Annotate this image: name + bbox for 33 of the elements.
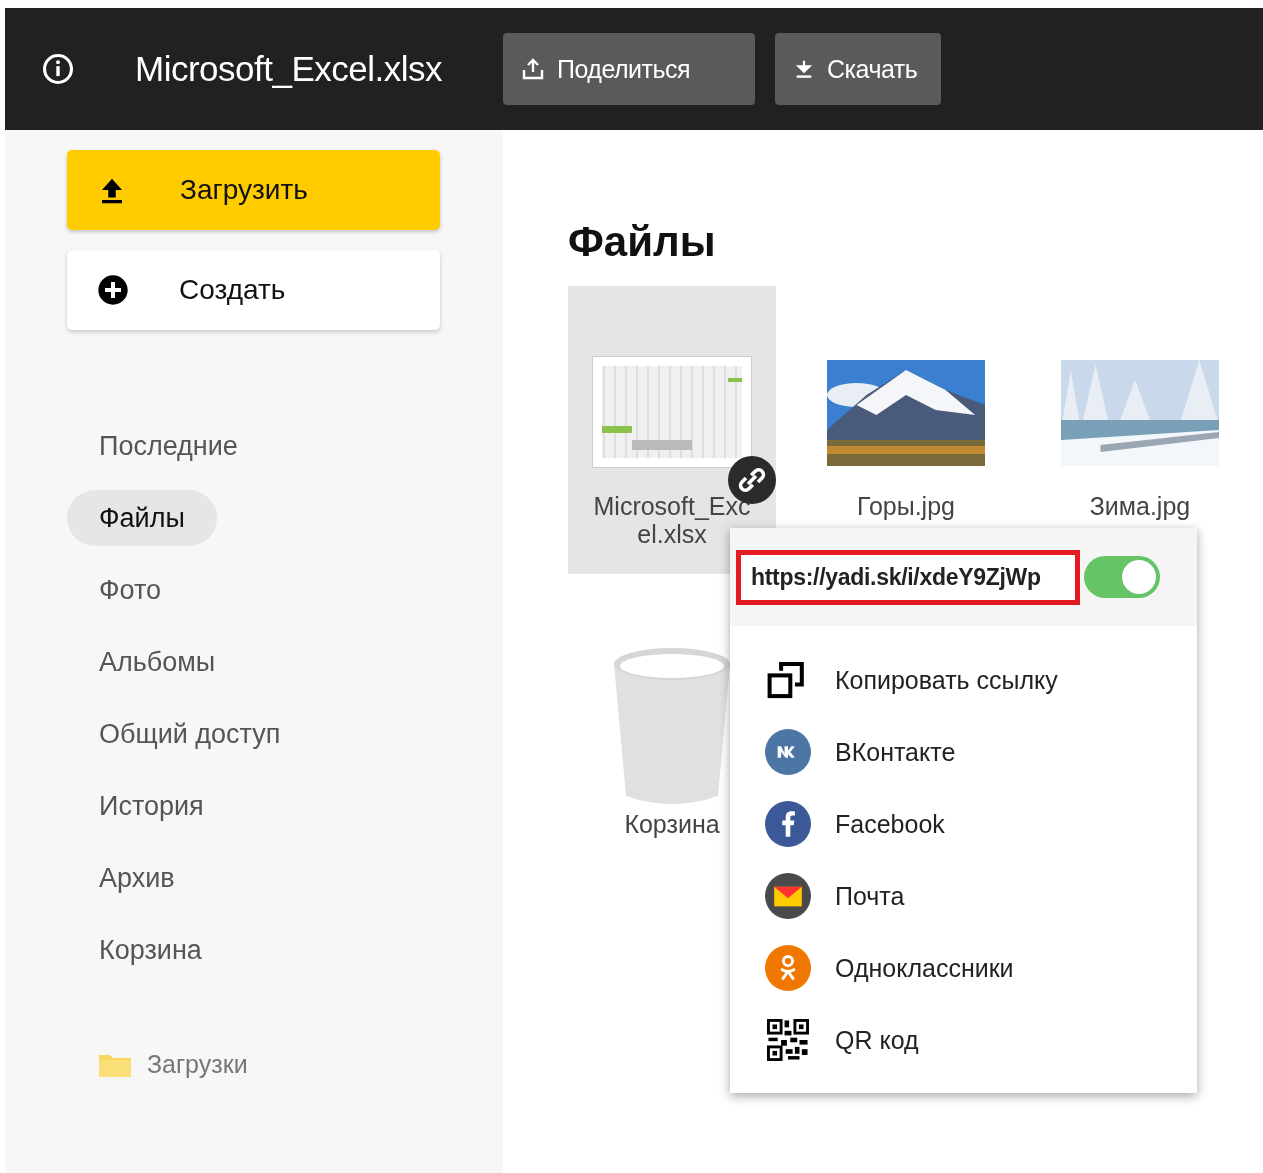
link-field[interactable]: https://yadi.sk/i/xdeY9ZjWp [736, 549, 1080, 605]
nav-item[interactable]: Фото [67, 562, 194, 618]
nav-item[interactable]: Файлы [67, 490, 217, 546]
share-option[interactable]: QR код [765, 1004, 1197, 1076]
link-toggle[interactable] [1084, 556, 1160, 598]
mail-icon [765, 873, 811, 919]
file-name: Зима.jpg [1088, 492, 1192, 520]
facebook-icon [765, 801, 811, 847]
odnoklassniki-icon [765, 945, 811, 991]
share-button[interactable]: Поделиться [503, 33, 755, 105]
download-button[interactable]: Скачать [775, 33, 942, 105]
file-name: Корзина [624, 810, 720, 838]
create-button[interactable]: Создать [67, 250, 440, 330]
share-icon [521, 57, 545, 81]
plus-icon [97, 274, 129, 306]
file-title: Microsoft_Excel.xlsx [135, 49, 444, 89]
page-heading: Файлы [568, 218, 717, 266]
file-name: Microsoft_Excel.xlsx [592, 492, 752, 548]
nav-item[interactable]: Архив [67, 850, 207, 906]
info-icon[interactable] [41, 52, 75, 86]
download-icon [793, 58, 815, 80]
upload-button[interactable]: Загрузить [67, 150, 440, 230]
nav-item[interactable]: Последние [67, 418, 270, 474]
file-name: Горы.jpg [856, 492, 956, 520]
nav-item[interactable]: История [67, 778, 236, 834]
share-option[interactable]: Одноклассники [765, 932, 1197, 1004]
vk-icon [765, 729, 811, 775]
folder-icon [99, 1052, 131, 1077]
qr-code-icon [765, 1017, 811, 1063]
nav-item[interactable]: Альбомы [67, 634, 248, 690]
nav-item[interactable]: Корзина [67, 922, 234, 978]
folder-link[interactable]: Загрузки [147, 1050, 248, 1079]
nav-item[interactable]: Общий доступ [67, 706, 313, 762]
